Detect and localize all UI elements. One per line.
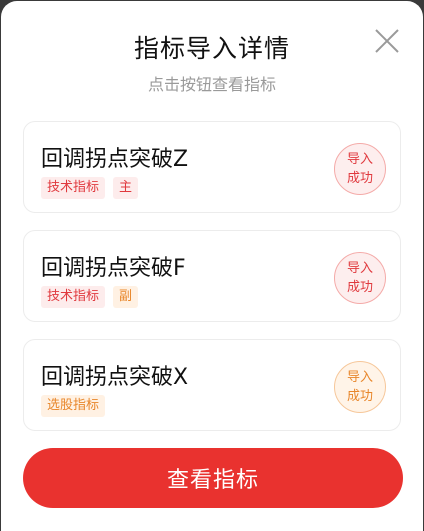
import-details-dialog: 指标导入详情 点击按钮查看指标 回调拐点突破Z 技术指标 主 导入 成功 回调拐…: [1, 1, 423, 531]
indicator-type-tag: 技术指标: [41, 177, 106, 199]
view-indicators-button[interactable]: 查看指标: [23, 448, 403, 508]
import-success-stamp: 导入 成功: [334, 361, 386, 413]
indicator-card: 回调拐点突破Z 技术指标 主 导入 成功: [23, 121, 401, 213]
indicator-name: 回调拐点突破X: [41, 365, 189, 390]
dialog-title: 指标导入详情: [133, 34, 290, 63]
indicator-name: 回调拐点突破Z: [41, 147, 189, 172]
indicator-name: 回调拐点突破F: [41, 256, 186, 281]
close-icon[interactable]: [373, 27, 401, 55]
import-success-stamp: 导入 成功: [334, 143, 386, 195]
indicator-type-tag: 技术指标: [41, 286, 106, 308]
stamp-line-1: 导入: [346, 261, 373, 276]
indicator-tags: 选股指标: [41, 395, 106, 417]
indicator-tags: 技术指标 主: [41, 177, 139, 199]
stamp-line-2: 成功: [346, 171, 373, 186]
indicator-card: 回调拐点突破X 选股指标 导入 成功: [23, 339, 401, 431]
import-success-stamp: 导入 成功: [334, 252, 386, 304]
indicator-role-tag: 副: [113, 286, 139, 308]
stamp-line-1: 导入: [346, 370, 373, 385]
indicator-tags: 技术指标 副: [41, 286, 139, 308]
stamp-line-1: 导入: [346, 152, 373, 167]
indicator-type-tag: 选股指标: [41, 395, 106, 417]
dialog-subtitle: 点击按钮查看指标: [147, 75, 276, 94]
indicator-card: 回调拐点突破F 技术指标 副 导入 成功: [23, 230, 401, 322]
indicator-role-tag: 主: [113, 177, 139, 199]
stamp-line-2: 成功: [346, 280, 373, 295]
stamp-line-2: 成功: [346, 389, 373, 404]
